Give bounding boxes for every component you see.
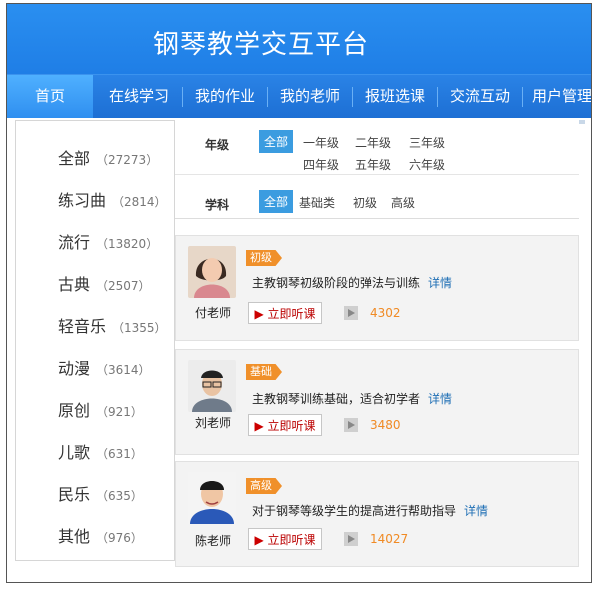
nav-my-teachers[interactable]: 我的老师 [272,75,348,118]
category-name: 轻音乐 [58,317,107,336]
nav-home[interactable]: 首页 [7,75,93,118]
listen-now-button[interactable]: ▶ 立即听课 [248,302,322,324]
nav-online-learning[interactable]: 在线学习 [101,75,177,118]
subject-option[interactable]: 高级 [391,194,415,211]
filter-divider [175,174,579,175]
teacher-avatar [188,360,236,412]
nav-user-management[interactable]: 用户管理 [527,75,591,118]
category-item[interactable]: 全部 （27273） [58,145,158,169]
subject-option[interactable]: 基础类 [299,194,335,211]
nav-interaction[interactable]: 交流互动 [442,75,518,118]
play-count-icon [344,532,358,546]
subject-chip-all[interactable]: 全部 [259,190,294,213]
course-card: 刘老师 基础 主教钢琴训练基础，适合初学者 详情 ▶ 立即听课 3480 [175,349,579,455]
category-count: （631） [96,447,143,461]
category-item[interactable]: 原创 （921） [58,397,143,421]
level-tag: 高级 [246,478,282,494]
course-card: 陈老师 高级 对于钢琴等级学生的提高进行帮助指导 详情 ▶ 立即听课 14027 [175,461,579,567]
category-sidebar: 全部 （27273） 练习曲 （2814） 流行 （13820） 古典 （2507） 轻… [15,120,175,561]
grade-chip-all[interactable]: 全部 [259,130,294,153]
category-name: 原创 [58,401,91,420]
teacher-name: 刘老师 [194,416,231,430]
course-description-text: 主教钢琴训练基础，适合初学者 [252,392,421,406]
nav-separator [267,87,268,107]
site-title: 钢琴教学交互平台 [153,30,370,60]
grade-option[interactable]: 五年级 [355,156,391,173]
category-count: （27273） [96,153,159,167]
page-frame: 钢琴教学交互平台 首页 在线学习 我的作业 我的老师 报班选课 交流互动 用户管… [6,3,592,583]
category-count: （635） [96,489,143,503]
detail-link[interactable]: 详情 [464,504,488,518]
nav-separator [522,87,523,107]
play-triangle-icon: ▶ [254,533,264,547]
detail-link[interactable]: 详情 [428,392,452,406]
play-count: 4302 [370,306,401,320]
listen-now-label: 立即听课 [267,307,316,321]
detail-link[interactable]: 详情 [428,276,452,290]
category-count: （13820） [96,237,159,251]
category-name: 其他 [58,527,91,546]
teacher-name: 付老师 [194,306,231,320]
teacher-avatar [188,472,236,524]
nav-separator [182,87,183,107]
level-tag: 基础 [246,364,282,380]
teacher-avatar [188,246,236,298]
nav-my-homework[interactable]: 我的作业 [187,75,263,118]
category-name: 民乐 [58,485,91,504]
listen-now-button[interactable]: ▶ 立即听课 [248,528,322,550]
site-header: 钢琴教学交互平台 [7,4,591,74]
course-card: 付老师 初级 主教钢琴初级阶段的弹法与训练 详情 ▶ 立即听课 4302 [175,235,579,341]
nav-separator [437,87,438,107]
category-item[interactable]: 儿歌 （631） [58,439,143,463]
category-count: （3614） [96,363,151,377]
filter-panel: 年级 全部 一年级 二年级 三年级 四年级 五年级 六年级 学科 全部 基础类 … [175,120,579,219]
teacher-name: 陈老师 [194,534,231,548]
grade-option[interactable]: 四年级 [303,156,339,173]
grade-option[interactable]: 三年级 [409,134,445,151]
nav-separator [352,87,353,107]
category-name: 练习曲 [58,191,107,210]
play-count-icon [344,418,358,432]
category-name: 流行 [58,233,91,252]
course-description: 对于钢琴等级学生的提高进行帮助指导 详情 [252,502,488,519]
subject-filter-label: 学科 [205,198,230,212]
play-triangle-icon: ▶ [254,419,264,433]
subject-option[interactable]: 初级 [353,194,377,211]
category-item[interactable]: 动漫 （3614） [58,355,151,379]
category-item[interactable]: 流行 （13820） [58,229,158,253]
grade-option[interactable]: 二年级 [355,134,391,151]
category-name: 儿歌 [58,443,91,462]
category-item[interactable]: 轻音乐 （1355） [58,313,167,337]
course-description-text: 对于钢琴等级学生的提高进行帮助指导 [252,504,457,518]
category-count: （921） [96,405,143,419]
listen-now-button[interactable]: ▶ 立即听课 [248,414,322,436]
play-count: 14027 [370,532,409,546]
category-name: 全部 [58,149,91,168]
category-name: 动漫 [58,359,91,378]
course-description: 主教钢琴训练基础，适合初学者 详情 [252,390,452,407]
grade-option[interactable]: 六年级 [409,156,445,173]
category-item[interactable]: 练习曲 （2814） [58,187,167,211]
play-count: 3480 [370,418,401,432]
nav-course-enrollment[interactable]: 报班选课 [357,75,433,118]
category-count: （976） [96,531,143,545]
listen-now-label: 立即听课 [267,533,316,547]
category-count: （1355） [112,321,167,335]
course-description: 主教钢琴初级阶段的弹法与训练 详情 [252,274,452,291]
course-description-text: 主教钢琴初级阶段的弹法与训练 [252,276,421,290]
category-count: （2507） [96,279,151,293]
listen-now-label: 立即听课 [267,419,316,433]
play-triangle-icon: ▶ [254,307,264,321]
main-nav: 首页 在线学习 我的作业 我的老师 报班选课 交流互动 用户管理 [7,74,591,118]
category-name: 古典 [58,275,91,294]
category-item[interactable]: 民乐 （635） [58,481,143,505]
category-item[interactable]: 古典 （2507） [58,271,151,295]
grade-filter-label: 年级 [205,138,230,152]
level-tag: 初级 [246,250,282,266]
grade-option[interactable]: 一年级 [303,134,339,151]
play-count-icon [344,306,358,320]
category-item[interactable]: 其他 （976） [58,523,143,547]
category-count: （2814） [112,195,167,209]
